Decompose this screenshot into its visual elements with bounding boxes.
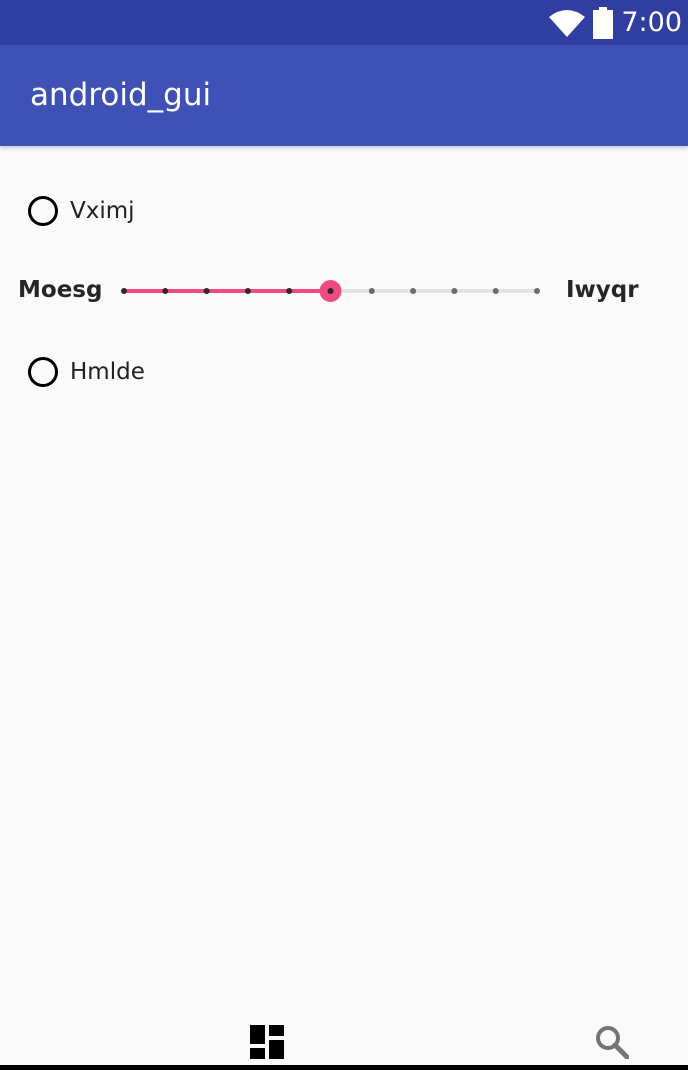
seekbar-tick [451, 288, 458, 294]
seekbar-tick [410, 288, 417, 294]
wifi-icon [549, 9, 586, 37]
radio-button-unchecked-icon[interactable] [28, 196, 58, 226]
seekbar-row: Moesg Iwyqr [0, 271, 688, 311]
seekbar-tick [492, 288, 499, 294]
status-bar: 7:00 [0, 0, 688, 45]
bottom-nav [0, 1015, 688, 1065]
status-clock: 7:00 [621, 7, 682, 38]
battery-icon [593, 6, 614, 39]
seekbar-tick [203, 288, 210, 294]
seekbar-tick [286, 288, 293, 294]
discrete-seekbar[interactable] [110, 271, 550, 311]
dashboard-icon[interactable] [250, 1025, 284, 1059]
screen-bottom-edge [0, 1065, 688, 1070]
app-bar: android_gui [0, 45, 688, 146]
seekbar-tick [121, 288, 127, 294]
app-title: android_gui [30, 77, 212, 113]
radio-button-unchecked-icon[interactable] [28, 357, 58, 387]
seekbar-tick [534, 288, 540, 294]
radio-option-1[interactable]: Vximj [28, 191, 135, 231]
radio-option-1-label: Vximj [70, 198, 135, 224]
search-icon[interactable] [595, 1025, 629, 1059]
seekbar-tick [368, 288, 375, 294]
seekbar-right-label: Iwyqr [566, 277, 639, 303]
seekbar-thumb-dot [327, 288, 334, 294]
status-icons: 7:00 [549, 0, 682, 45]
radio-option-2[interactable]: Hmlde [28, 352, 145, 392]
seekbar-tick [162, 288, 169, 294]
radio-option-2-label: Hmlde [70, 359, 145, 385]
seekbar-tick [244, 288, 251, 294]
seekbar-left-label: Moesg [18, 277, 103, 303]
